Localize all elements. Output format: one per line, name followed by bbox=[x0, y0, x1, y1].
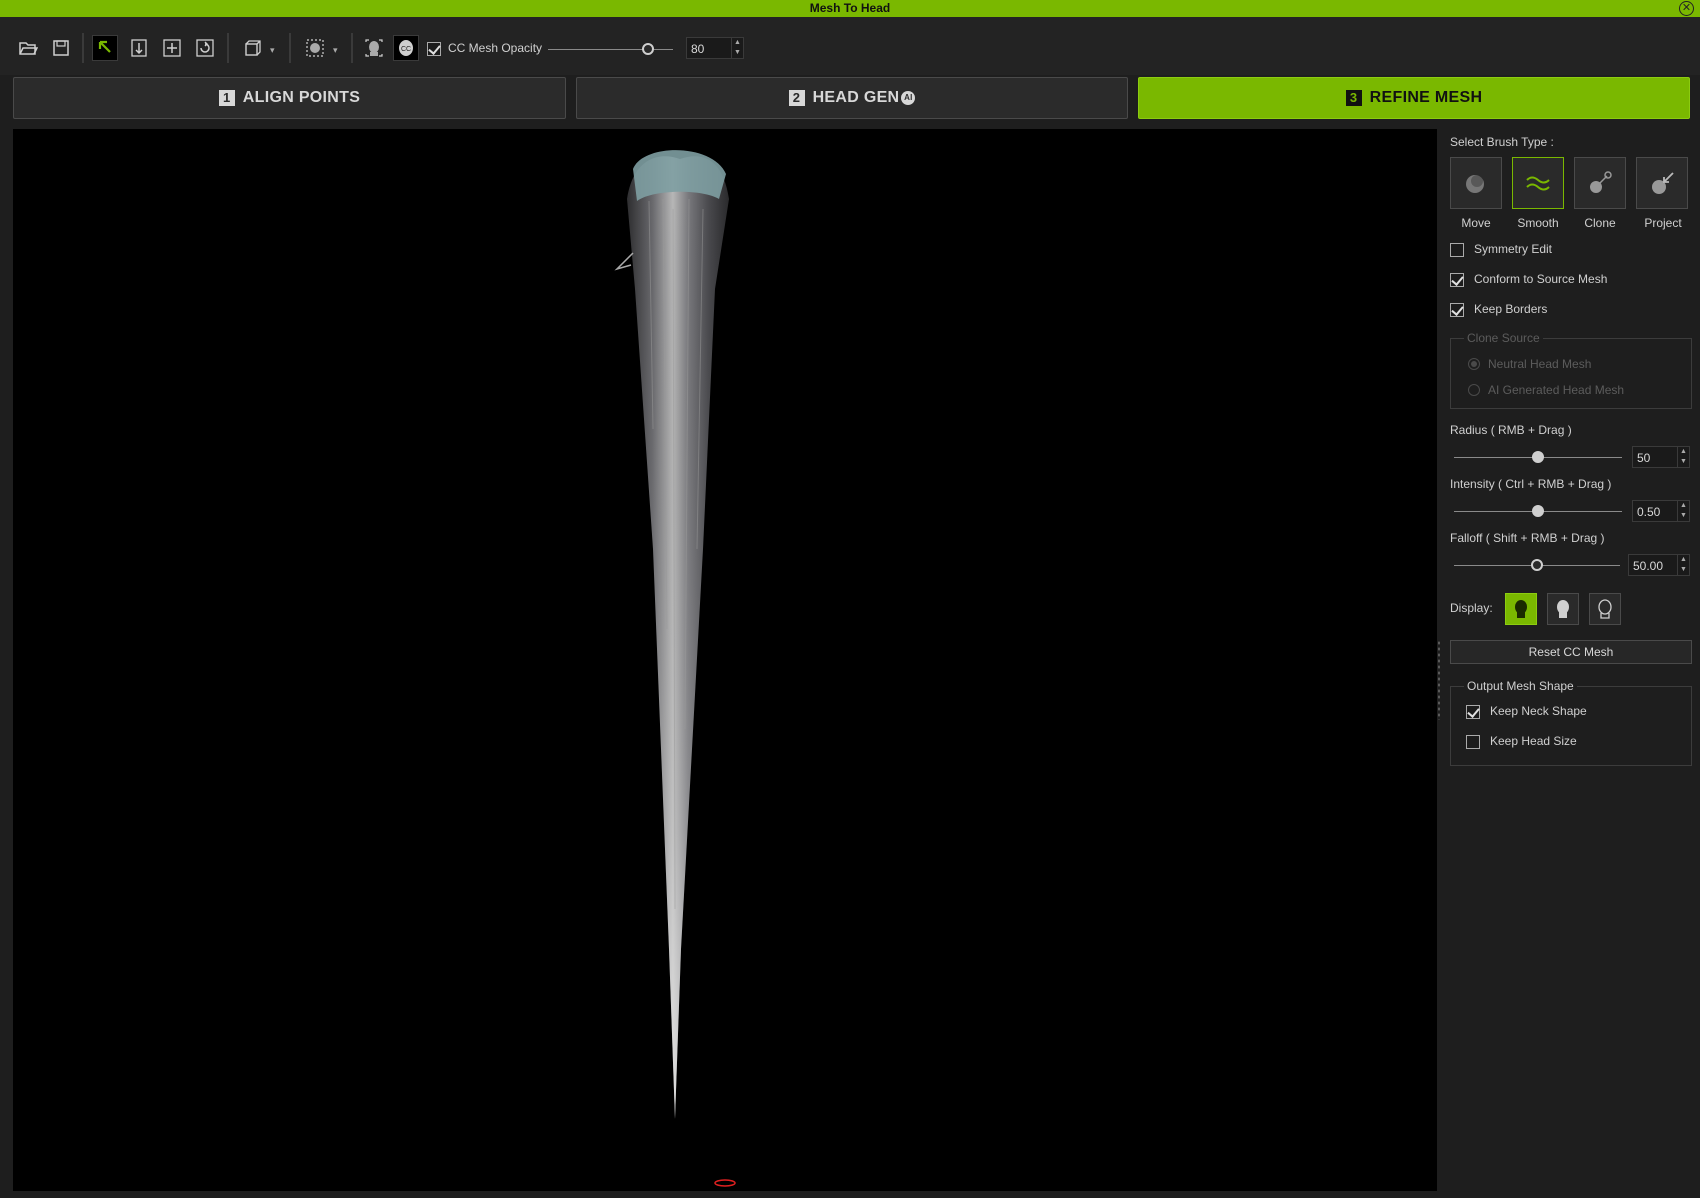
brush-move-button[interactable] bbox=[1450, 157, 1502, 209]
output-mesh-shape-group bbox=[1450, 686, 1692, 766]
brush-type-title: Select Brush Type : bbox=[1450, 135, 1554, 149]
radius-value-field[interactable]: 50 ▲ ▼ bbox=[1632, 446, 1690, 468]
toolbar-separator bbox=[227, 33, 229, 63]
move-brush-icon bbox=[1466, 175, 1484, 193]
radius-slider-thumb[interactable] bbox=[1532, 451, 1544, 463]
save-icon[interactable] bbox=[48, 35, 74, 61]
step-number: 3 bbox=[1345, 90, 1362, 106]
output-mesh-shape-title: Output Mesh Shape bbox=[1464, 679, 1577, 693]
intensity-value-field[interactable]: 0.50 ▲ ▼ bbox=[1632, 500, 1690, 522]
clone-brush-icon bbox=[1590, 171, 1612, 193]
tab-align-points[interactable]: 1 ALIGN POINTS bbox=[13, 77, 566, 119]
intensity-label: Intensity ( Ctrl + RMB + Drag ) bbox=[1450, 477, 1612, 491]
neutral-head-label: Neutral Head Mesh bbox=[1488, 357, 1592, 371]
rotate-icon[interactable] bbox=[192, 35, 218, 61]
cc-mesh-opacity-value-field[interactable]: 80 ▲ ▼ bbox=[686, 37, 744, 59]
falloff-label: Falloff ( Shift + RMB + Drag ) bbox=[1450, 531, 1605, 545]
window-title: Mesh To Head bbox=[809, 1, 891, 15]
brush-project-button[interactable] bbox=[1636, 157, 1688, 209]
head-solid-icon bbox=[1515, 600, 1527, 618]
refine-mesh-panel: Select Brush Type : Move Smooth Clone Pr… bbox=[1442, 129, 1700, 1198]
brush-clone-button[interactable] bbox=[1574, 157, 1626, 209]
conform-to-source-label: Conform to Source Mesh bbox=[1474, 272, 1608, 286]
toolbar: ▾ ▾ CC CC Mesh Opacity 80 ▲ ▼ bbox=[0, 17, 1700, 75]
conform-to-source-checkbox[interactable] bbox=[1450, 273, 1464, 287]
falloff-value-field[interactable]: 50.00 ▲ ▼ bbox=[1628, 554, 1690, 576]
tab-label: HEAD GEN bbox=[812, 89, 900, 106]
keep-head-size-label: Keep Head Size bbox=[1490, 734, 1577, 748]
select-arrow-icon[interactable] bbox=[92, 35, 118, 61]
spin-arrows-icon[interactable]: ▲ ▼ bbox=[1677, 447, 1689, 467]
neutral-head-radio[interactable] bbox=[1468, 358, 1480, 370]
radius-label: Radius ( RMB + Drag ) bbox=[1450, 423, 1572, 437]
display-outline-button[interactable] bbox=[1589, 593, 1621, 625]
tab-label: REFINE MESH bbox=[1369, 89, 1483, 106]
toolbar-separator bbox=[82, 33, 84, 63]
tab-label: ALIGN POINTS bbox=[242, 89, 361, 106]
move-vertical-icon[interactable] bbox=[126, 35, 152, 61]
smooth-brush-icon bbox=[1526, 176, 1550, 191]
head-outline-icon bbox=[1598, 599, 1612, 619]
3d-viewport[interactable] bbox=[13, 129, 1437, 1191]
cc-mesh-opacity-value: 80 bbox=[691, 42, 705, 56]
toolbar-separator bbox=[289, 33, 291, 63]
ai-head-label: AI Generated Head Mesh bbox=[1488, 383, 1625, 397]
close-icon[interactable]: ✕ bbox=[1679, 1, 1694, 16]
clone-source-title: Clone Source bbox=[1464, 331, 1543, 345]
tab-head-gen[interactable]: 2 HEAD GEN AI bbox=[576, 77, 1128, 119]
display-label: Display: bbox=[1450, 601, 1493, 615]
title-bar: Mesh To Head ✕ bbox=[0, 0, 1700, 17]
toolbar-separator bbox=[351, 33, 353, 63]
intensity-slider-thumb[interactable] bbox=[1532, 505, 1544, 517]
step-number: 2 bbox=[788, 90, 805, 106]
reset-cc-mesh-button[interactable]: Reset CC Mesh bbox=[1450, 640, 1692, 664]
cc-head-icon[interactable]: CC bbox=[393, 35, 419, 61]
brush-smooth-label: Smooth bbox=[1517, 216, 1559, 230]
cc-mesh-opacity-slider-thumb[interactable] bbox=[642, 43, 654, 55]
keep-neck-shape-label: Keep Neck Shape bbox=[1490, 704, 1587, 718]
view-dropdown-arrow-icon[interactable]: ▾ bbox=[270, 45, 275, 56]
keep-borders-checkbox[interactable] bbox=[1450, 303, 1464, 317]
display-shaded-button[interactable] bbox=[1547, 593, 1579, 625]
falloff-value: 50.00 bbox=[1633, 559, 1664, 573]
symmetry-edit-checkbox[interactable] bbox=[1450, 243, 1464, 257]
brush-move-label: Move bbox=[1461, 216, 1491, 230]
brush-smooth-button[interactable] bbox=[1512, 157, 1564, 209]
move-all-icon[interactable] bbox=[159, 35, 185, 61]
view-cube-icon[interactable] bbox=[240, 35, 266, 61]
brush-clone-label: Clone bbox=[1584, 216, 1616, 230]
keep-borders-label: Keep Borders bbox=[1474, 302, 1548, 316]
keep-head-size-checkbox[interactable] bbox=[1466, 735, 1480, 749]
keep-neck-shape-checkbox[interactable] bbox=[1466, 705, 1480, 719]
open-folder-icon[interactable] bbox=[15, 35, 41, 61]
mesh-render bbox=[614, 150, 736, 1187]
falloff-slider-thumb[interactable] bbox=[1531, 559, 1543, 571]
cc-mesh-opacity-label: CC Mesh Opacity bbox=[448, 41, 543, 55]
intensity-value: 0.50 bbox=[1637, 505, 1661, 519]
display-solid-button[interactable] bbox=[1505, 593, 1537, 625]
ai-head-radio[interactable] bbox=[1468, 384, 1480, 396]
spin-arrows-icon[interactable]: ▲ ▼ bbox=[1677, 501, 1689, 521]
head-shaded-icon bbox=[1557, 600, 1569, 618]
cc-mesh-opacity-slider-track[interactable] bbox=[548, 49, 673, 50]
clone-source-group bbox=[1450, 338, 1692, 409]
cc-mesh-opacity-checkbox[interactable] bbox=[427, 42, 441, 56]
brush-project-label: Project bbox=[1644, 216, 1682, 230]
head-mesh-icon[interactable] bbox=[361, 35, 387, 61]
tab-refine-mesh[interactable]: 3 REFINE MESH bbox=[1138, 77, 1690, 119]
radius-value: 50 bbox=[1637, 451, 1651, 465]
svg-text:CC: CC bbox=[401, 46, 411, 53]
ai-badge-icon: AI bbox=[901, 91, 916, 105]
panel-splitter-handle[interactable] bbox=[1437, 640, 1441, 720]
project-brush-icon bbox=[1652, 172, 1674, 194]
step-number: 1 bbox=[218, 90, 235, 106]
symmetry-edit-label: Symmetry Edit bbox=[1474, 242, 1553, 256]
spin-arrows-icon[interactable]: ▲ ▼ bbox=[731, 38, 743, 58]
spin-arrows-icon[interactable]: ▲ ▼ bbox=[1677, 555, 1689, 575]
display-mode-icon[interactable] bbox=[302, 35, 328, 61]
display-dropdown-arrow-icon[interactable]: ▾ bbox=[333, 45, 338, 56]
